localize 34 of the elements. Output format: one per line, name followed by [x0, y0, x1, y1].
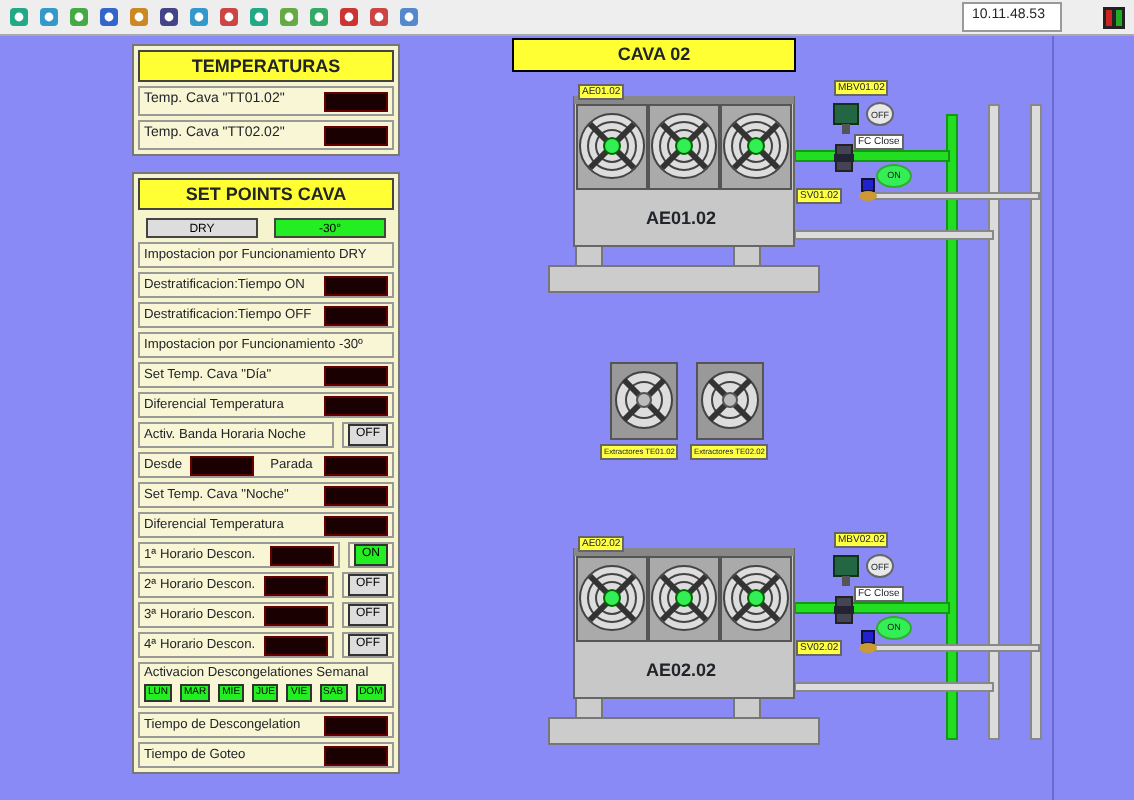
toolbar-icon[interactable]: [98, 6, 120, 28]
led-display: [264, 575, 328, 595]
diagram-title: CAVA 02: [512, 38, 796, 72]
toolbar-icon[interactable]: [158, 6, 180, 28]
actuator-icon: [832, 102, 860, 134]
led-display: [324, 91, 388, 111]
led-display: [324, 745, 388, 765]
actuator-icon: [832, 554, 860, 586]
led-display: [264, 635, 328, 655]
panel-title: TEMPERATURAS: [138, 50, 394, 82]
led-display: [324, 305, 388, 325]
status-icon: [1102, 5, 1126, 29]
toolbar-icon[interactable]: [368, 6, 390, 28]
led-display: [324, 125, 388, 145]
toolbar-icon[interactable]: [218, 6, 240, 28]
led-display: [324, 485, 388, 505]
toolbar-icon[interactable]: [398, 6, 420, 28]
led-display: [264, 605, 328, 625]
led-display: [324, 715, 388, 735]
led-display: [324, 275, 388, 295]
led-display: [190, 455, 255, 475]
unit-name: AE02.02: [646, 658, 717, 684]
solenoid-icon: [858, 178, 878, 202]
unit-name: AE01.02: [646, 206, 717, 232]
led-display: [324, 515, 388, 535]
led-display: [324, 455, 388, 475]
panel-title: SET POINTS CAVA: [138, 178, 394, 210]
solenoid-icon: [858, 630, 878, 654]
led-display: [324, 395, 388, 415]
led-display: [270, 545, 334, 565]
toolbar-icon[interactable]: [338, 6, 360, 28]
valve-icon: [834, 596, 854, 624]
valve-icon: [834, 144, 854, 172]
led-display: [324, 365, 388, 385]
